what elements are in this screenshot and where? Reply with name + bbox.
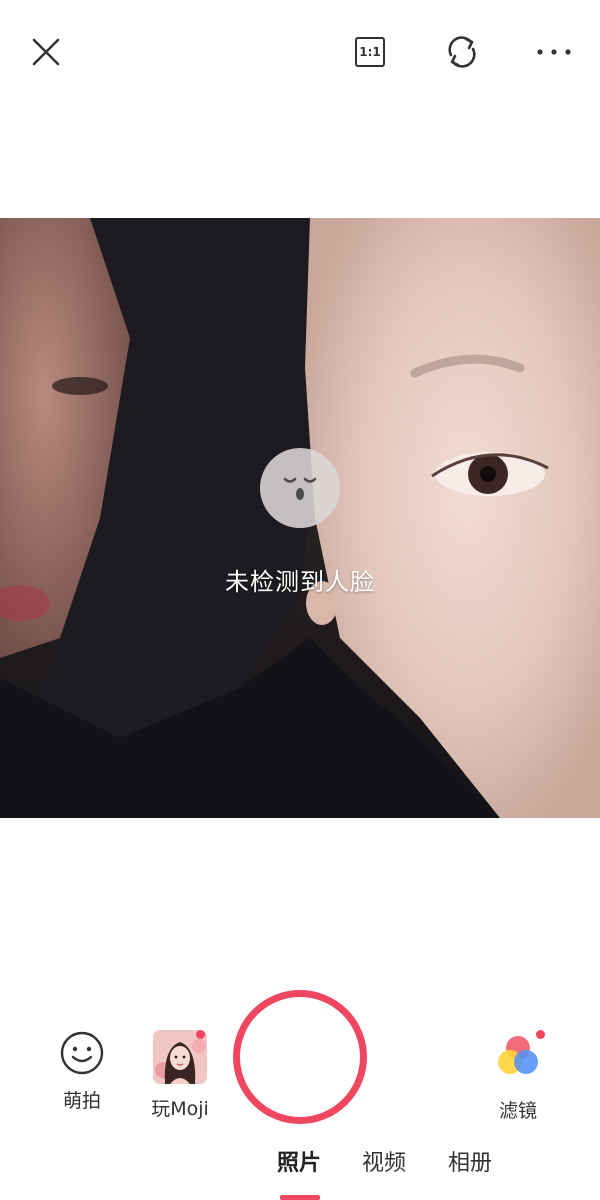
mode-tabs: 照片 视频 相册 xyxy=(0,1145,600,1200)
smile-icon xyxy=(60,1031,104,1075)
filter-new-badge xyxy=(536,1030,545,1039)
face-status-text: 未检测到人脸 xyxy=(225,568,375,596)
moji-label: 玩Moji xyxy=(151,1098,209,1120)
sleepy-face-icon xyxy=(260,448,340,528)
close-button[interactable] xyxy=(24,30,68,74)
filter-label: 滤镜 xyxy=(498,1100,537,1122)
close-icon xyxy=(32,38,60,66)
moji-new-badge xyxy=(196,1030,205,1039)
switch-camera-button[interactable] xyxy=(440,30,484,74)
switch-camera-icon xyxy=(448,36,476,68)
aspect-ratio-button[interactable]: 1:1 xyxy=(348,30,392,74)
filter-button[interactable]: 滤镜 xyxy=(488,1030,548,1123)
moji-button[interactable]: 玩Moji xyxy=(140,1030,220,1121)
selected-tab-indicator xyxy=(280,1195,320,1200)
more-button[interactable] xyxy=(530,30,578,74)
tab-album[interactable]: 相册 xyxy=(448,1145,492,1177)
more-icon xyxy=(537,49,571,55)
shutter-button[interactable] xyxy=(233,990,367,1124)
aspect-ratio-label: 1:1 xyxy=(359,45,381,59)
tab-video[interactable]: 视频 xyxy=(362,1145,406,1177)
tab-photo[interactable]: 照片 xyxy=(277,1145,321,1177)
face-detection-status: 未检测到人脸 xyxy=(0,448,600,597)
cute-shot-button[interactable]: 萌拍 xyxy=(52,1030,112,1113)
cute-shot-label: 萌拍 xyxy=(62,1090,101,1112)
top-toolbar: 1:1 xyxy=(0,0,600,110)
aspect-ratio-icon: 1:1 xyxy=(355,37,385,67)
